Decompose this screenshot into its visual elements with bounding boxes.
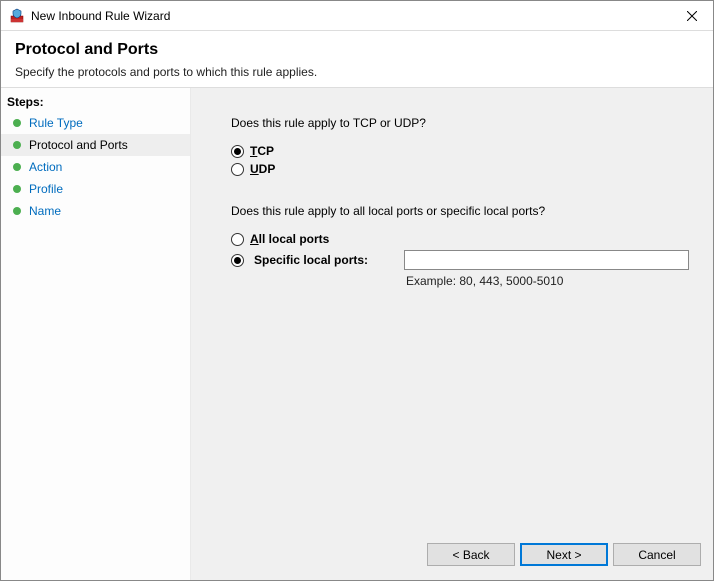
- cancel-button[interactable]: Cancel: [613, 543, 701, 566]
- steps-sidebar: Steps: Rule Type Protocol and Ports Acti…: [1, 88, 191, 580]
- protocol-radio-group: TCP UDP: [231, 144, 689, 176]
- content-inner: Does this rule apply to TCP or UDP? TCP …: [191, 116, 713, 533]
- radio-tcp[interactable]: [231, 145, 244, 158]
- bullet-icon: [13, 163, 21, 171]
- close-icon: [687, 11, 697, 21]
- step-label: Rule Type: [29, 116, 83, 130]
- step-name[interactable]: Name: [1, 200, 190, 222]
- back-button[interactable]: < Back: [427, 543, 515, 566]
- radio-row-udp: UDP: [231, 162, 689, 176]
- protocol-question: Does this rule apply to TCP or UDP?: [231, 116, 689, 130]
- page-header: Protocol and Ports Specify the protocols…: [1, 31, 713, 88]
- step-label: Name: [29, 204, 61, 218]
- radio-row-specific-ports: Specific local ports:: [231, 250, 689, 270]
- wizard-window: New Inbound Rule Wizard Protocol and Por…: [0, 0, 714, 581]
- step-rule-type[interactable]: Rule Type: [1, 112, 190, 134]
- bullet-icon: [13, 185, 21, 193]
- bullet-icon: [13, 119, 21, 127]
- radio-all-ports-label[interactable]: All local ports: [250, 232, 329, 246]
- step-label: Profile: [29, 182, 63, 196]
- bullet-icon: [13, 141, 21, 149]
- radio-tcp-label[interactable]: TCP: [250, 144, 274, 158]
- radio-specific-ports-label[interactable]: Specific local ports:: [254, 253, 394, 267]
- bullet-icon: [13, 207, 21, 215]
- page-title: Protocol and Ports: [15, 41, 699, 59]
- step-label: Action: [29, 160, 62, 174]
- radio-all-ports[interactable]: [231, 233, 244, 246]
- step-profile[interactable]: Profile: [1, 178, 190, 200]
- step-action[interactable]: Action: [1, 156, 190, 178]
- button-bar: < Back Next > Cancel: [191, 533, 713, 580]
- step-protocol-ports[interactable]: Protocol and Ports: [1, 134, 190, 156]
- window-title: New Inbound Rule Wizard: [31, 9, 671, 23]
- steps-heading: Steps:: [1, 92, 190, 112]
- ports-example-text: Example: 80, 443, 5000-5010: [406, 274, 689, 288]
- specific-ports-input[interactable]: [404, 250, 689, 270]
- radio-row-all-ports: All local ports: [231, 232, 689, 246]
- ports-question: Does this rule apply to all local ports …: [231, 204, 689, 218]
- page-subtitle: Specify the protocols and ports to which…: [15, 65, 699, 79]
- radio-row-tcp: TCP: [231, 144, 689, 158]
- next-button[interactable]: Next >: [520, 543, 608, 566]
- close-button[interactable]: [671, 1, 713, 31]
- firewall-icon: [9, 8, 25, 24]
- ports-radio-group: All local ports Specific local ports: Ex…: [231, 232, 689, 288]
- radio-udp[interactable]: [231, 163, 244, 176]
- radio-udp-label[interactable]: UDP: [250, 162, 275, 176]
- radio-specific-ports[interactable]: [231, 254, 244, 267]
- titlebar: New Inbound Rule Wizard: [1, 1, 713, 31]
- wizard-body: Steps: Rule Type Protocol and Ports Acti…: [1, 88, 713, 580]
- content-pane: Does this rule apply to TCP or UDP? TCP …: [191, 88, 713, 580]
- step-label: Protocol and Ports: [29, 138, 128, 152]
